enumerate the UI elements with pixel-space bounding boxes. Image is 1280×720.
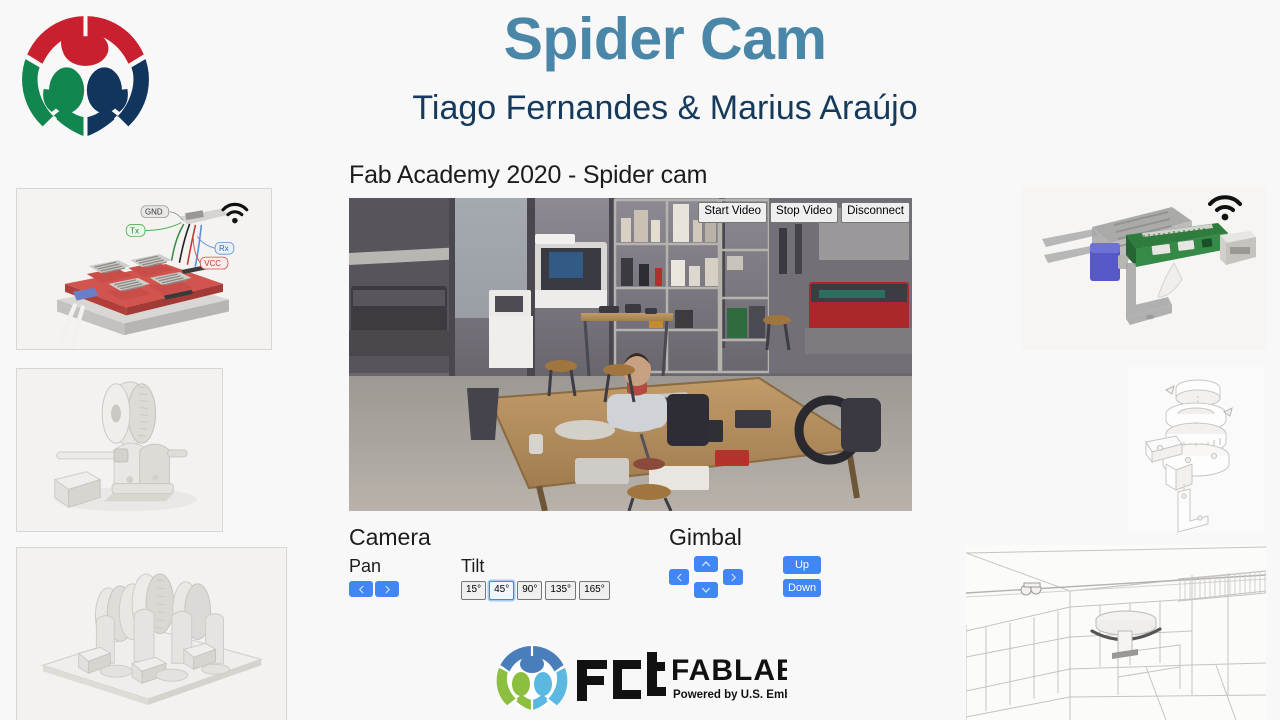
gimbal-down-height-button[interactable]: Down xyxy=(783,579,821,598)
main-content: Fab Academy 2020 - Spider cam Start Vide… xyxy=(349,160,912,511)
gimbal-down-button[interactable] xyxy=(694,582,718,599)
start-video-button[interactable]: Start Video xyxy=(698,202,768,223)
label-rx: Rx xyxy=(219,244,229,253)
chevron-right-icon xyxy=(730,573,736,582)
gimbal-dpad xyxy=(669,556,743,599)
label-gnd: GND xyxy=(145,208,163,217)
chevron-left-icon xyxy=(676,573,682,582)
label-tx: Tx xyxy=(130,226,139,235)
camera-heading: Camera xyxy=(349,524,431,550)
pan-control: Pan xyxy=(349,556,461,598)
chevron-down-icon xyxy=(701,588,711,594)
disconnect-button[interactable]: Disconnect xyxy=(841,202,910,223)
tilt-90-button[interactable]: 90° xyxy=(517,581,543,601)
video-frame xyxy=(349,198,912,511)
label-vcc: VCC xyxy=(204,259,221,268)
camera-controls: Camera Pan Tilt 15° 45° 90° 135° 165° xyxy=(349,524,669,601)
thumb-gimbal-exploded[interactable] xyxy=(1128,366,1265,533)
cnc-shield-illustration: GND Tx Rx VCC xyxy=(17,189,271,349)
gimbal-heading: Gimbal xyxy=(669,524,742,550)
thumb-lab-wireframe[interactable] xyxy=(966,545,1266,720)
live-video-feed[interactable]: Start Video Stop Video Disconnect xyxy=(349,198,912,511)
page-title: Spider Cam xyxy=(503,6,827,72)
fablab-globe-logo xyxy=(18,12,153,147)
gimbal-right-button[interactable] xyxy=(723,569,743,586)
chevron-up-icon xyxy=(701,561,711,567)
pulley-mount-render xyxy=(17,369,222,531)
footer-brand-main: FABLAB xyxy=(671,654,787,687)
page-subtitle: Tiago Fernandes & Marius Araújo xyxy=(412,89,918,127)
footer-tagline: Powered by U.S. Embassy xyxy=(673,689,787,701)
page-root: Spider Cam Tiago Fernandes & Marius Araú… xyxy=(0,0,1280,720)
svg-text:FABLAB: FABLAB xyxy=(671,654,787,687)
thumb-spool-array[interactable] xyxy=(16,547,287,720)
gimbal-up-button[interactable] xyxy=(694,556,718,573)
stop-video-button[interactable]: Stop Video xyxy=(770,202,839,223)
tilt-165-button[interactable]: 165° xyxy=(579,581,610,601)
chevron-right-icon xyxy=(384,585,390,593)
thumb-cnc-shield[interactable]: GND Tx Rx VCC xyxy=(16,188,272,350)
controls-panel: Camera Pan Tilt 15° 45° 90° 135° 165° Gi… xyxy=(349,524,912,601)
tilt-45-button[interactable]: 45° xyxy=(489,581,515,601)
spool-array-render xyxy=(17,548,286,720)
thumb-pulley-mount[interactable] xyxy=(16,368,223,532)
chevron-left-icon xyxy=(358,585,364,593)
pan-right-button[interactable] xyxy=(375,581,399,598)
tilt-135-button[interactable]: 135° xyxy=(545,581,577,601)
tilt-control: Tilt 15° 45° 90° 135° 165° xyxy=(461,556,669,601)
svg-text:Powered by U.S. Embassy: Powered by U.S. Embassy xyxy=(673,689,787,701)
pan-button-group xyxy=(349,581,461,598)
thumb-pi-gimbal[interactable] xyxy=(1022,185,1266,350)
tilt-button-group: 15° 45° 90° 135° 165° xyxy=(461,581,669,601)
gimbal-up-height-button[interactable]: Up xyxy=(783,556,821,575)
tilt-label: Tilt xyxy=(461,556,485,577)
footer-brand-prefix xyxy=(577,652,666,701)
section-title: Fab Academy 2020 - Spider cam xyxy=(349,161,708,189)
video-control-bar: Start Video Stop Video Disconnect xyxy=(698,202,910,223)
tilt-15-button[interactable]: 15° xyxy=(461,581,487,601)
pi-gimbal-render xyxy=(1022,185,1266,350)
gimbal-left-button[interactable] xyxy=(669,569,689,586)
gimbal-controls: Gimbal Up Down xyxy=(669,524,912,600)
fct-fablab-logo: FABLAB Powered by U.S. Embassy xyxy=(495,642,787,712)
pan-label: Pan xyxy=(349,556,382,577)
gimbal-exploded-render xyxy=(1128,366,1265,533)
gimbal-height-controls: Up Down xyxy=(783,556,821,598)
pan-left-button[interactable] xyxy=(349,581,373,598)
lab-wireframe-render xyxy=(966,545,1266,720)
